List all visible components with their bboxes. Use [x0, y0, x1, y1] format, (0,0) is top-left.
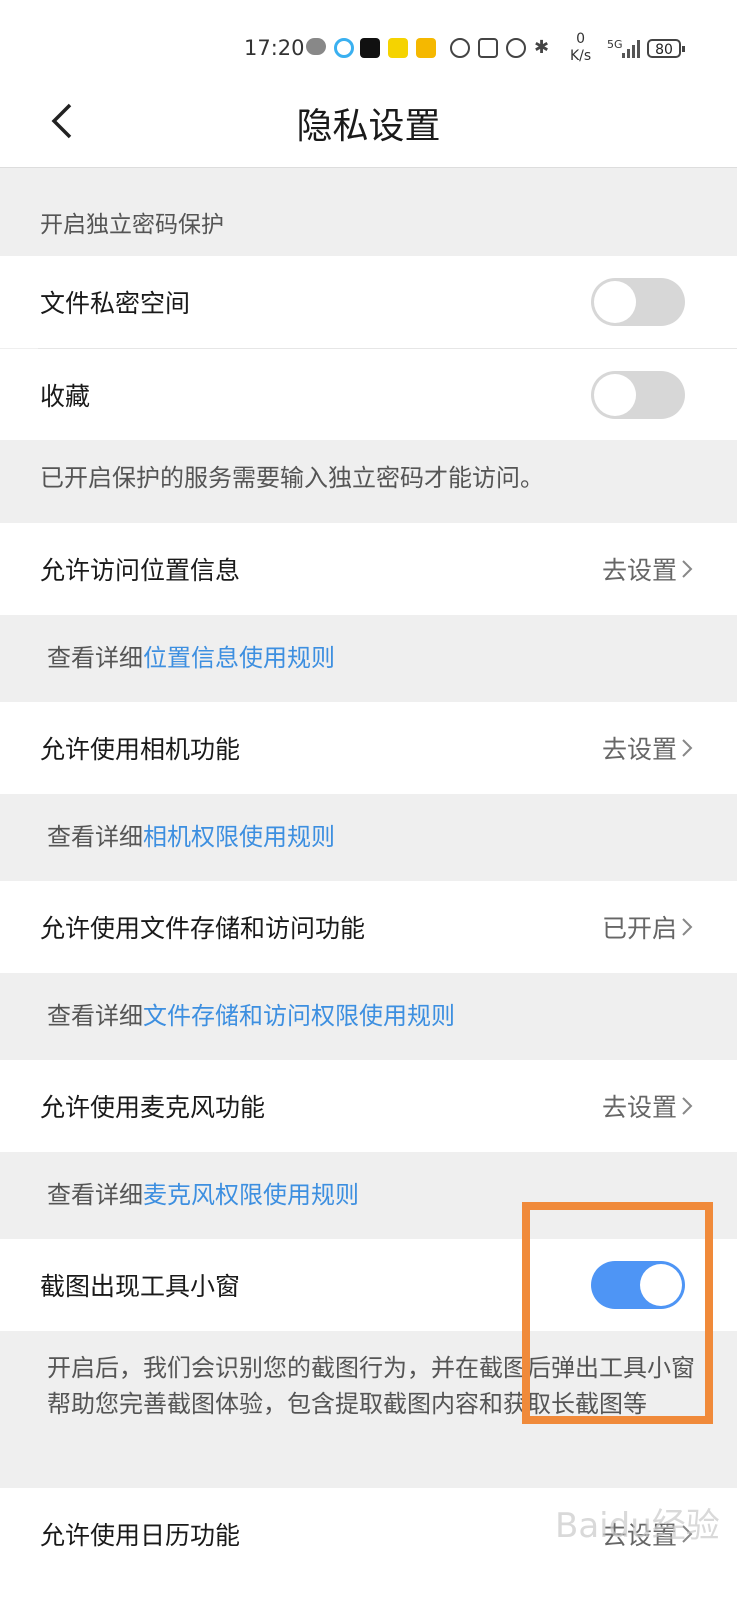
chevron-right-icon [682, 560, 693, 578]
row-action: 去设置 [601, 735, 677, 764]
row-action: 去设置 [601, 556, 677, 585]
wechat-icon [306, 38, 326, 55]
network-type: 5G [607, 38, 623, 51]
row-action: 已开启 [601, 914, 677, 943]
camera-rules-link[interactable]: 相机权限使用规则 [143, 823, 335, 851]
net-speed: 0 K/s [570, 31, 592, 64]
camera-permission-row[interactable]: 允许使用相机功能 去设置 [0, 702, 737, 794]
row-label: 允许访问位置信息 [40, 556, 241, 585]
row-action: 去设置 [601, 1093, 677, 1122]
microphone-rules-note: 查看详细麦克风权限使用规则 [47, 1181, 359, 1209]
row-label: 允许使用日历功能 [40, 1521, 241, 1550]
microphone-rules-link[interactable]: 麦克风权限使用规则 [143, 1181, 359, 1209]
row-label: 收藏 [40, 381, 91, 411]
chevron-right-icon [682, 918, 693, 936]
tiktok-icon [360, 38, 380, 58]
status-time: 17:20 [244, 36, 305, 60]
yy-icon [388, 38, 408, 58]
signal-icon [622, 40, 642, 58]
chevron-right-icon [682, 739, 693, 757]
favorites-toggle[interactable] [591, 370, 685, 419]
location-rules-link[interactable]: 位置信息使用规则 [143, 644, 335, 672]
page-title: 隐私设置 [296, 106, 441, 147]
nfc-icon [478, 38, 498, 58]
app-yellow-icon [416, 38, 436, 58]
storage-permission-row[interactable]: 允许使用文件存储和访问功能 已开启 [0, 881, 737, 973]
camera-rules-note: 查看详细相机权限使用规则 [47, 823, 335, 851]
row-label: 允许使用相机功能 [40, 735, 241, 764]
battery-icon: 80 [647, 39, 685, 58]
toggle-knob [594, 281, 636, 323]
section-footer: 已开启保护的服务需要输入独立密码才能访问。 [40, 464, 544, 492]
row-label: 文件私密空间 [40, 289, 191, 318]
row-label: 截图出现工具小窗 [40, 1272, 241, 1301]
app-circle-icon [334, 38, 354, 58]
storage-rules-note: 查看详细文件存储和访问权限使用规则 [47, 1002, 455, 1030]
microphone-permission-row[interactable]: 允许使用麦克风功能 去设置 [0, 1060, 737, 1152]
nav-bar: 隐私设置 [0, 75, 737, 168]
row-label: 允许使用麦克风功能 [40, 1093, 266, 1122]
private-space-row[interactable]: 文件私密空间 [0, 256, 737, 348]
section-heading: 开启独立密码保护 [40, 212, 224, 238]
alarm-icon [506, 38, 526, 58]
bluetooth-icon: ✱ [534, 37, 550, 58]
chevron-right-icon [682, 1097, 693, 1115]
location-permission-row[interactable]: 允许访问位置信息 去设置 [0, 523, 737, 615]
toggle-knob [594, 373, 636, 416]
private-space-toggle[interactable] [591, 278, 685, 326]
location-rules-note: 查看详细位置信息使用规则 [47, 644, 335, 672]
watermark: Baidu经验 [555, 1506, 720, 1546]
highlight-box [522, 1202, 713, 1424]
favorites-row[interactable]: 收藏 [0, 349, 737, 440]
hd-icon [450, 38, 470, 58]
row-label: 允许使用文件存储和访问功能 [40, 914, 366, 943]
storage-rules-link[interactable]: 文件存储和访问权限使用规则 [143, 1002, 455, 1030]
